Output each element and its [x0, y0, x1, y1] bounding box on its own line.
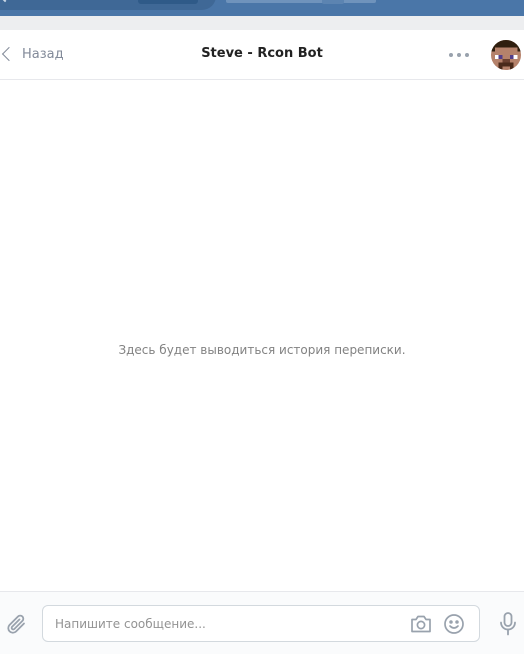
top-bar-element: [226, 0, 376, 3]
chat-header: Назад Steve - Rcon Bot: [0, 30, 524, 80]
dot: [457, 53, 461, 57]
microphone-icon[interactable]: [497, 611, 519, 637]
top-bar-element: [138, 0, 198, 4]
dot: [465, 53, 469, 57]
steve-avatar-icon: [491, 40, 521, 70]
vk-chat-window: Назад Steve - Rcon Bot Здесь будет вывод…: [0, 0, 524, 654]
chevron-left-icon: [0, 0, 10, 3]
top-bar-element: [322, 0, 344, 4]
dot: [449, 53, 453, 57]
message-field: [42, 605, 480, 642]
message-composer: [0, 591, 524, 654]
header-gap: [0, 16, 524, 30]
message-history[interactable]: Здесь будет выводиться история переписки…: [0, 80, 524, 591]
site-top-bar: [0, 0, 524, 16]
paperclip-icon[interactable]: [5, 612, 29, 636]
more-horizontal-icon[interactable]: [449, 53, 469, 57]
empty-history-text: Здесь будет выводиться история переписки…: [118, 343, 406, 357]
chat-title[interactable]: Steve - Rcon Bot: [0, 45, 524, 63]
avatar[interactable]: [491, 40, 521, 70]
message-input[interactable]: [55, 606, 395, 641]
smile-icon[interactable]: [442, 612, 466, 636]
camera-icon[interactable]: [409, 613, 433, 635]
